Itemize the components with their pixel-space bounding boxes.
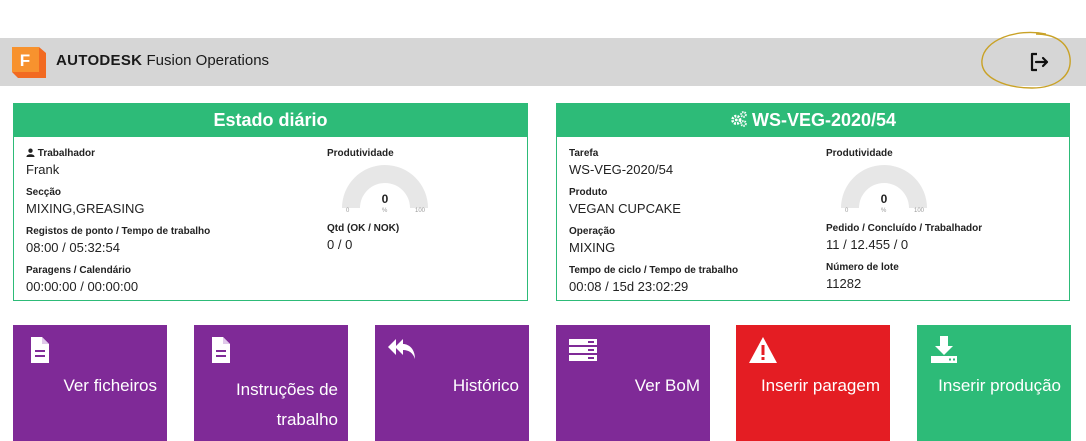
gauge-unit: % <box>382 208 388 214</box>
work-instructions-button[interactable]: Instruções de trabalho <box>194 325 348 441</box>
cogs-icon <box>731 111 747 127</box>
insert-stop-label: Inserir paragem <box>760 376 880 395</box>
worker-value: Frank <box>26 162 60 177</box>
job-card-header: WS-VEG-2020/54 <box>557 104 1069 137</box>
product-value: VEGAN CUPCAKE <box>569 201 681 216</box>
insert-stop-button[interactable]: Inserir paragem <box>736 325 890 441</box>
top-bar: F AUTODESK Fusion Operations <box>0 38 1086 86</box>
view-bom-button[interactable]: Ver BoM <box>556 325 710 441</box>
svg-text:F: F <box>20 51 30 70</box>
operation-label: Operação <box>569 226 616 237</box>
lot-label: Número de lote <box>826 262 899 273</box>
user-icon <box>26 148 35 157</box>
history-label: Histórico <box>452 376 519 395</box>
work-instructions-label: Instruções de trabalho <box>235 380 338 429</box>
cycle-value: 00:08 / 15d 23:02:29 <box>569 279 689 294</box>
clock-label: Registos de ponto / Tempo de trabalho <box>26 226 211 237</box>
section-label: Secção <box>26 187 62 198</box>
job-gauge-max: 100 <box>914 208 925 214</box>
download-icon <box>931 336 957 363</box>
warning-icon <box>749 337 777 363</box>
task-value: WS-VEG-2020/54 <box>569 162 674 177</box>
stops-value: 00:00:00 / 00:00:00 <box>26 279 139 294</box>
qty-label: Qtd (OK / NOK) <box>327 223 400 234</box>
section-value: MIXING,GREASING <box>26 201 145 216</box>
job-productivity-gauge: 0 0 % 100 <box>839 164 939 218</box>
view-files-button[interactable]: Ver ficheiros <box>13 325 167 441</box>
cycle-label: Tempo de ciclo / Tempo de trabalho <box>569 265 739 276</box>
productivity-gauge: 0 0 % 100 <box>340 164 440 218</box>
history-button[interactable]: Histórico <box>375 325 529 441</box>
stops-label: Paragens / Calendário <box>26 265 132 276</box>
file-icon <box>31 337 49 363</box>
job-title: WS-VEG-2020/54 <box>751 110 897 130</box>
product-name: Fusion Operations <box>146 52 270 69</box>
job-gauge-value: 0 <box>880 192 888 206</box>
order-label: Pedido / Concluído / Trabalhador <box>826 223 983 234</box>
task-label: Tarefa <box>569 148 599 159</box>
gauge-min: 0 <box>346 208 350 214</box>
job-gauge-unit: % <box>881 208 887 214</box>
file-icon <box>212 337 230 363</box>
fusion-logo: F <box>12 47 46 78</box>
job-card: WS-VEG-2020/54 Tarefa WS-VEG-2020/54 Pro… <box>556 103 1070 301</box>
reply-all-icon <box>388 339 415 359</box>
brand-name: AUTODESK <box>56 52 143 69</box>
product-label: Produto <box>569 187 608 198</box>
daily-status-title: Estado diário <box>14 104 527 137</box>
qty-value: 0 / 0 <box>327 237 353 252</box>
gauge-value: 0 <box>381 192 389 206</box>
view-files-label: Ver ficheiros <box>63 376 157 395</box>
operation-value: MIXING <box>569 240 616 255</box>
order-value: 11 / 12.455 / 0 <box>826 237 909 252</box>
gauge-max: 100 <box>415 208 426 214</box>
job-productivity-label: Produtividade <box>826 148 893 159</box>
view-bom-label: Ver BoM <box>634 376 700 395</box>
annotation-circle <box>981 31 1071 89</box>
insert-production-label: Inserir produção <box>938 376 1061 395</box>
productivity-label: Produtividade <box>327 148 394 159</box>
app-title: AUTODESK Fusion Operations <box>56 52 269 69</box>
job-gauge-min: 0 <box>845 208 849 214</box>
daily-status-card: Estado diário Trabalhador Frank Secção M… <box>13 103 528 301</box>
clock-value: 08:00 / 05:32:54 <box>26 240 120 255</box>
worker-label: Trabalhador <box>26 148 95 159</box>
insert-production-button[interactable]: Inserir produção <box>917 325 1071 441</box>
lot-value: 11282 <box>826 276 862 291</box>
list-icon <box>569 339 597 361</box>
